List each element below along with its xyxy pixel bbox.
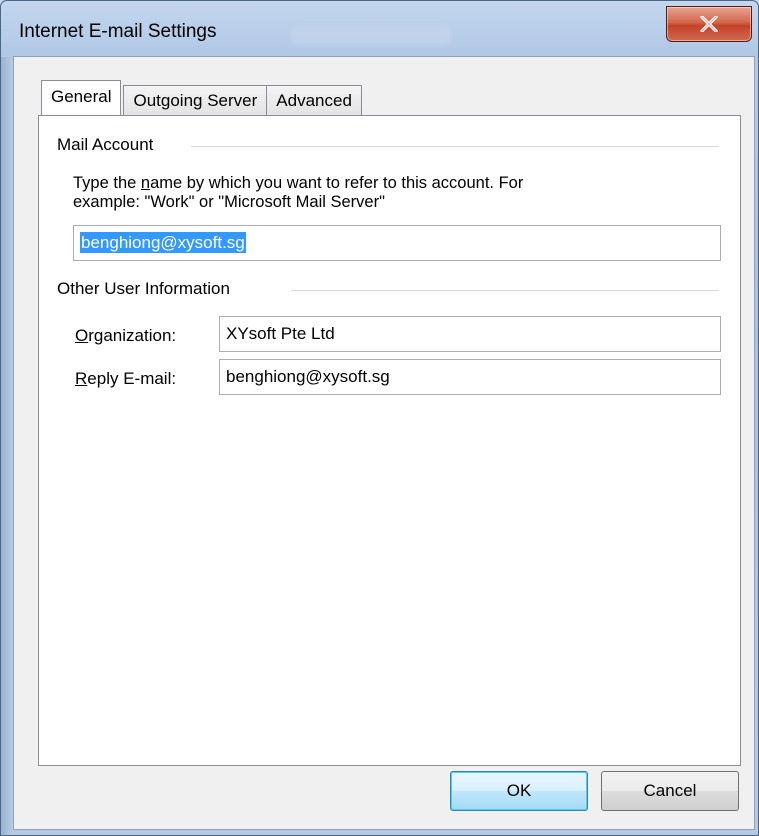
reply-email-value: benghiong@xysoft.sg: [226, 367, 390, 386]
mail-account-group-label: Mail Account: [57, 135, 160, 155]
account-name-value: benghiong@xysoft.sg: [80, 232, 246, 253]
dialog-window: Internet E-mail Settings General Outgoin…: [0, 0, 759, 836]
window-frame-left: [1, 57, 13, 835]
organization-label: Organization:: [75, 326, 177, 345]
tab-advanced[interactable]: Advanced: [266, 85, 362, 115]
reply-email-input[interactable]: benghiong@xysoft.sg: [219, 359, 721, 395]
organization-input[interactable]: XYsoft Pte Ltd: [219, 316, 721, 352]
close-icon: [700, 16, 718, 32]
account-name-input[interactable]: benghiong@xysoft.sg: [73, 225, 721, 261]
description-text-end: ame by which you want to refer to this a…: [150, 174, 524, 192]
organization-value: XYsoft Pte Ltd: [226, 324, 335, 343]
other-user-info-divider: [291, 290, 719, 292]
description-text-start: Type the: [73, 174, 141, 192]
other-user-info-group-label: Other User Information: [57, 279, 236, 299]
reply-email-label: Reply E-mail:: [75, 369, 177, 388]
window-title: Internet E-mail Settings: [19, 21, 217, 42]
access-key-n: n: [140, 174, 151, 192]
general-tab-panel: [38, 115, 741, 766]
tab-outgoing-server[interactable]: Outgoing Server: [123, 85, 268, 115]
mail-account-divider: [191, 146, 719, 148]
account-name-description: Type the name by which you want to refer…: [73, 174, 733, 212]
ok-button[interactable]: OK: [450, 771, 588, 811]
tab-strip: General Outgoing Server Advanced: [31, 80, 362, 115]
description-line-2: example: "Work" or "Microsoft Mail Serve…: [73, 193, 385, 211]
tab-general[interactable]: General: [41, 80, 122, 115]
titlebar-background-text: [291, 25, 451, 45]
title-bar[interactable]: Internet E-mail Settings: [1, 1, 758, 57]
close-button[interactable]: [666, 6, 752, 42]
cancel-button[interactable]: Cancel: [601, 771, 739, 811]
